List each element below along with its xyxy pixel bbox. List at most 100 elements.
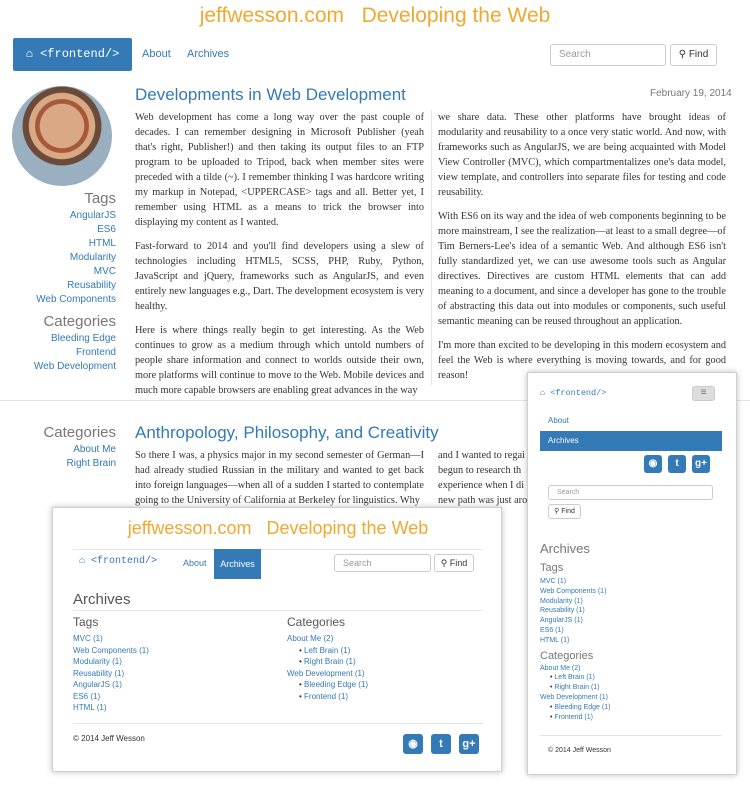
category-link[interactable]: Frontend bbox=[34, 346, 116, 360]
site-name[interactable]: jeffwesson.com bbox=[200, 4, 344, 27]
categories-heading: Categories bbox=[287, 615, 346, 629]
tag-link[interactable]: AngularJS bbox=[34, 209, 116, 223]
brand-label: <frontend/> bbox=[91, 556, 158, 567]
brand-button[interactable]: ⌂ <frontend/> bbox=[13, 38, 132, 71]
nav-about[interactable]: About bbox=[183, 558, 207, 568]
post-paragraph: Fast-forward to 2014 and you'll find dev… bbox=[135, 241, 424, 312]
search-icon: ⚲ bbox=[440, 558, 448, 568]
post-paragraph: we share data. These other platforms hav… bbox=[438, 112, 726, 198]
tag-link[interactable]: Modularity (1) bbox=[540, 598, 583, 605]
search-input[interactable]: Search bbox=[548, 485, 713, 500]
find-button[interactable]: ⚲ Find bbox=[434, 554, 474, 572]
divider bbox=[540, 735, 722, 736]
category-link[interactable]: Right Brain (1) bbox=[304, 657, 356, 666]
archives-heading: Archives bbox=[540, 541, 590, 556]
category-link[interactable]: Frontend (1) bbox=[554, 714, 593, 721]
category-link[interactable]: Right Brain (1) bbox=[554, 684, 599, 691]
archives-heading: Archives bbox=[73, 591, 131, 608]
post-date: February 19, 2014 bbox=[650, 88, 732, 99]
find-button[interactable]: ⚲ Find bbox=[670, 44, 717, 66]
tag-link[interactable]: ES6 (1) bbox=[73, 692, 100, 701]
post-column-right: we share data. These other platforms hav… bbox=[438, 110, 726, 392]
tag-link[interactable]: Web Components bbox=[34, 293, 116, 307]
post-column-right: and I wanted to regai begun to research … bbox=[438, 448, 528, 508]
home-icon: ⌂ bbox=[540, 388, 546, 398]
footer-copyright: © 2014 Jeff Wesson bbox=[73, 734, 145, 743]
nav-archives[interactable]: Archives bbox=[187, 48, 229, 60]
post-line: experience when I di bbox=[438, 480, 525, 491]
category-link[interactable]: Bleeding Edge (1) bbox=[554, 704, 610, 711]
category-link[interactable]: Frontend (1) bbox=[304, 692, 348, 701]
tag-link[interactable]: Reusability (1) bbox=[73, 669, 124, 678]
post-paragraph: Web development has come a long way over… bbox=[135, 112, 424, 228]
googleplus-icon[interactable]: g+ bbox=[459, 734, 479, 754]
brand-button[interactable]: ⌂ <frontend/> bbox=[79, 556, 157, 567]
tag-link[interactable]: Web Components (1) bbox=[540, 588, 606, 595]
nav-about[interactable]: About bbox=[548, 416, 569, 425]
tag-link[interactable]: MVC (1) bbox=[540, 578, 566, 585]
column-divider bbox=[431, 110, 432, 385]
category-link[interactable]: Web Development (1) bbox=[287, 669, 365, 678]
tag-link[interactable]: ES6 bbox=[34, 223, 116, 237]
tags-heading: Tags bbox=[73, 615, 99, 629]
sidebar: Tags AngularJS ES6 HTML Modularity MVC R… bbox=[34, 186, 116, 374]
category-link[interactable]: About Me (2) bbox=[287, 634, 333, 643]
tag-link[interactable]: Modularity (1) bbox=[73, 657, 122, 666]
category-link[interactable]: Web Development bbox=[34, 360, 116, 374]
category-link[interactable]: Bleeding Edge (1) bbox=[304, 680, 368, 689]
post-title[interactable]: Anthropology, Philosophy, and Creativity bbox=[135, 423, 439, 443]
post2-sidebar: Categories About Me Right Brain bbox=[43, 420, 116, 471]
mobile-panel: ⌂ <frontend/> ≡ About Archives ◉ t g+ Se… bbox=[527, 372, 737, 775]
category-link[interactable]: About Me bbox=[43, 443, 116, 457]
category-link[interactable]: About Me (2) bbox=[540, 665, 580, 672]
github-icon[interactable]: ◉ bbox=[644, 455, 662, 473]
category-link[interactable]: Left Brain (1) bbox=[554, 674, 594, 681]
nav-about[interactable]: About bbox=[142, 48, 171, 60]
twitter-icon[interactable]: t bbox=[431, 734, 451, 754]
tag-link[interactable]: HTML (1) bbox=[540, 637, 569, 644]
menu-icon[interactable]: ≡ bbox=[692, 386, 715, 401]
search-icon: ⚲ bbox=[678, 49, 687, 60]
googleplus-icon[interactable]: g+ bbox=[692, 455, 710, 473]
post-title[interactable]: Developments in Web Development bbox=[135, 85, 406, 105]
tag-link[interactable]: AngularJS (1) bbox=[73, 680, 122, 689]
tag-link[interactable]: Reusability (1) bbox=[540, 607, 585, 614]
brand-label: <frontend/> bbox=[40, 47, 120, 61]
site-name[interactable]: jeffwesson.com bbox=[128, 518, 252, 538]
avatar bbox=[12, 86, 112, 186]
nav-archives-active[interactable]: Archives bbox=[540, 431, 722, 451]
site-tagline: Developing the Web bbox=[266, 518, 429, 538]
twitter-icon[interactable]: t bbox=[668, 455, 686, 473]
github-icon[interactable]: ◉ bbox=[403, 734, 423, 754]
category-link[interactable]: Bleeding Edge bbox=[34, 332, 116, 346]
search-input[interactable]: Search bbox=[550, 44, 666, 66]
tag-link[interactable]: Reusability bbox=[34, 279, 116, 293]
tag-link[interactable]: ES6 (1) bbox=[540, 627, 564, 634]
brand-label: <frontend/> bbox=[550, 388, 607, 398]
site-tagline: Developing the Web bbox=[361, 4, 551, 27]
archives-tags: Tags MVC (1) Web Components (1) Modulari… bbox=[73, 615, 149, 714]
brand-button[interactable]: ⌂ <frontend/> bbox=[540, 388, 606, 398]
category-link[interactable]: Right Brain bbox=[43, 457, 116, 471]
search-input[interactable]: Search bbox=[334, 554, 431, 572]
tag-link[interactable]: Modularity bbox=[34, 251, 116, 265]
find-button[interactable]: ⚲ Find bbox=[548, 504, 581, 519]
find-label: Find bbox=[449, 558, 468, 568]
post-column-left: Web development has come a long way over… bbox=[135, 110, 424, 407]
home-icon: ⌂ bbox=[79, 556, 86, 567]
category-link[interactable]: Left Brain (1) bbox=[304, 646, 350, 655]
tag-link[interactable]: MVC bbox=[34, 265, 116, 279]
tag-link[interactable]: AngularJS (1) bbox=[540, 617, 583, 624]
post-paragraph: With ES6 on its way and the idea of web … bbox=[438, 211, 726, 327]
footer-copyright: © 2014 Jeff Wesson bbox=[548, 747, 611, 754]
tag-link[interactable]: MVC (1) bbox=[73, 634, 103, 643]
tag-link[interactable]: HTML bbox=[34, 237, 116, 251]
site-header: jeffwesson.com Developing the Web bbox=[53, 518, 503, 539]
tag-link[interactable]: Web Components (1) bbox=[73, 646, 149, 655]
search-icon: ⚲ bbox=[554, 508, 560, 515]
categories-heading: Categories bbox=[540, 649, 594, 662]
category-link[interactable]: Web Development (1) bbox=[540, 694, 608, 701]
archives-panel: jeffwesson.com Developing the Web ⌂ <fro… bbox=[52, 507, 502, 772]
nav-archives-active[interactable]: Archives bbox=[214, 549, 261, 579]
tag-link[interactable]: HTML (1) bbox=[73, 703, 106, 712]
